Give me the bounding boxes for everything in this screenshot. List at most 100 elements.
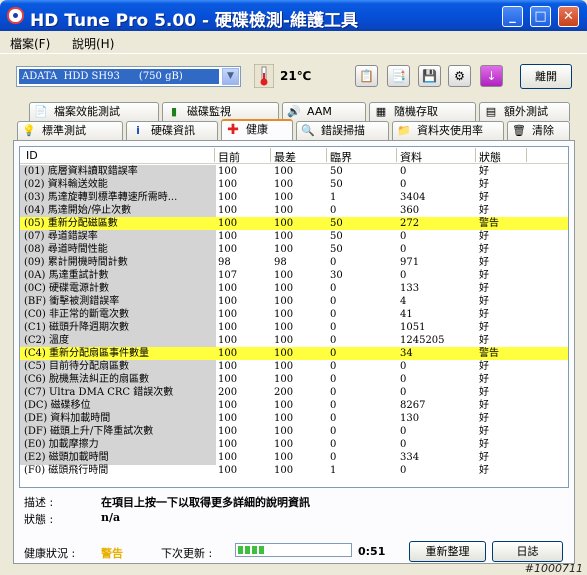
row-status: 好 (479, 270, 489, 281)
smart-table[interactable]: ID 目前 最差 臨界 資料 狀態 (01) 底層資料讀取錯誤率 100 100 50… (19, 146, 569, 488)
tab-erase[interactable]: 🗑 清除 (507, 121, 570, 140)
copy-screenshot-icon[interactable]: 📑 (387, 65, 410, 87)
table-row[interactable]: (08) 尋道時間性能 100 100 50 0 好 (20, 243, 568, 256)
table-row[interactable]: (E0) 加載摩擦力 100 100 0 0 好 (20, 438, 568, 451)
options-icon[interactable]: ⚙ (448, 65, 471, 87)
row-status: 好 (479, 374, 489, 385)
tab-label: 標準測試 (42, 124, 86, 137)
menu-help[interactable]: 說明(H) (72, 35, 114, 52)
exit-button[interactable]: 離開 (520, 64, 572, 89)
drive-select[interactable]: ADATA HDD SH93 (750 gB) ▼ (16, 66, 241, 87)
col-status[interactable]: 狀態 (479, 149, 501, 165)
row-data: 0 (400, 426, 407, 437)
row-current: 100 (218, 374, 238, 385)
row-worst: 100 (274, 322, 294, 333)
col-id[interactable]: ID (26, 149, 38, 162)
table-row[interactable]: (C7) Ultra DMA CRC 錯誤次數 200 200 0 0 好 (20, 386, 568, 399)
state-text: n/a (101, 511, 121, 524)
table-row[interactable]: (02) 資料輸送效能 100 100 50 0 好 (20, 178, 568, 191)
table-row[interactable]: (04) 馬達開始/停止次數 100 100 0 360 好 (20, 204, 568, 217)
table-row[interactable]: (DE) 資料加載時間 100 100 0 130 好 (20, 412, 568, 425)
row-data: 0 (400, 179, 407, 190)
tab-health[interactable]: ✚ 健康 (221, 119, 293, 140)
table-row[interactable]: (0A) 馬達重試計數 107 100 30 0 好 (20, 269, 568, 282)
row-threshold: 50 (330, 218, 343, 229)
tab-label: 檔案效能測試 (54, 105, 120, 118)
update-timer: 0:51 (358, 545, 386, 558)
row-threshold: 0 (330, 439, 337, 450)
row-data: 0 (400, 374, 407, 385)
tab-label: 健康 (246, 123, 268, 136)
row-current: 100 (218, 166, 238, 177)
tab-random-access[interactable]: ▦ 隨機存取 (369, 102, 476, 121)
row-data: 8267 (400, 400, 426, 411)
row-id: (03) 馬達旋轉到標準轉速所需時... (24, 192, 178, 203)
table-row[interactable]: (C0) 非正常的斷電次數 100 100 0 41 好 (20, 308, 568, 321)
tab-folder-usage[interactable]: 📁 資料夾使用率 (392, 121, 504, 140)
tab-benchmark[interactable]: 💡 標準測試 (17, 121, 123, 140)
table-row[interactable]: (03) 馬達旋轉到標準轉速所需時... 100 100 1 3404 好 (20, 191, 568, 204)
table-row[interactable]: (C4) 重新分配扇區事件數量 100 100 0 34 警告 (20, 347, 568, 360)
row-worst: 100 (274, 413, 294, 424)
window-title: HD Tune Pro 5.00 - 硬碟檢測-維護工具 (30, 11, 358, 31)
row-worst: 100 (274, 192, 294, 203)
refresh-button[interactable]: 重新整理 (409, 541, 486, 562)
temperature-value: 21℃ (280, 69, 312, 83)
row-threshold: 1 (330, 192, 337, 203)
toolbar: ADATA HDD SH93 (750 gB) ▼ 21℃ 📋 📑 💾 ⚙ ↓ … (0, 53, 587, 97)
row-worst: 100 (274, 231, 294, 242)
table-row[interactable]: (DF) 磁頭上升/下降重試次數 100 100 0 0 好 (20, 425, 568, 438)
row-id: (E2) 磁頭加載時間 (24, 452, 109, 463)
table-row[interactable]: (C2) 溫度 100 100 0 1245205 好 (20, 334, 568, 347)
tab-extra-tests[interactable]: ▤ 額外測試 (479, 102, 570, 121)
tab-label: 磁碟監視 (187, 105, 231, 118)
table-row[interactable]: (C6) 脫機無法糾正的扇區數 100 100 0 0 好 (20, 373, 568, 386)
row-threshold: 0 (330, 348, 337, 359)
row-id: (02) 資料輸送效能 (24, 179, 108, 190)
copy-text-icon[interactable]: 📋 (355, 65, 378, 87)
table-row[interactable]: (01) 底層資料讀取錯誤率 100 100 50 0 好 (20, 165, 568, 178)
table-row[interactable]: (0C) 硬碟電源計數 100 100 0 133 好 (20, 282, 568, 295)
row-worst: 98 (274, 257, 287, 268)
row-status: 好 (479, 413, 489, 424)
table-row[interactable]: (E2) 磁頭加載時間 100 100 0 334 好 (20, 451, 568, 464)
health-panel: ID 目前 最差 臨界 資料 狀態 (01) 底層資料讀取錯誤率 100 100 50… (13, 140, 575, 564)
table-row[interactable]: (09) 累計開機時間計數 98 98 0 971 好 (20, 256, 568, 269)
table-row[interactable]: (C1) 磁頭升降週期次數 100 100 0 1051 好 (20, 321, 568, 334)
minimize-button[interactable]: _ (502, 6, 523, 27)
row-id: (C4) 重新分配扇區事件數量 (24, 348, 149, 359)
table-row[interactable]: (07) 尋道錯誤率 100 100 50 0 好 (20, 230, 568, 243)
table-row[interactable]: (F0) 磁頭飛行時間 100 100 1 0 好 (20, 464, 568, 477)
col-current[interactable]: 目前 (218, 149, 240, 165)
row-threshold: 0 (330, 283, 337, 294)
menu-file[interactable]: 檔案(F) (10, 35, 50, 52)
row-id: (BF) 衝擊被測錯誤率 (24, 296, 120, 307)
col-data[interactable]: 資料 (400, 149, 422, 165)
row-threshold: 50 (330, 166, 343, 177)
save-icon[interactable]: 💾 (418, 65, 441, 87)
progress-fill (238, 546, 267, 554)
table-row[interactable]: (BF) 衝擊被測錯誤率 100 100 0 4 好 (20, 295, 568, 308)
tab-file-benchmark[interactable]: 📄 檔案效能測試 (29, 102, 159, 121)
table-row[interactable]: (C5) 目前待分配扇區數 100 100 0 0 好 (20, 360, 568, 373)
col-worst[interactable]: 最差 (274, 149, 296, 165)
row-id: (DE) 資料加載時間 (24, 413, 111, 424)
state-label: 狀態 : (24, 513, 54, 526)
row-status: 好 (479, 335, 489, 346)
row-id: (04) 馬達開始/停止次數 (24, 205, 132, 216)
tab-error-scan[interactable]: 🔍 錯誤掃描 (296, 121, 389, 140)
tab-info[interactable]: i 硬碟資訊 (126, 121, 218, 140)
tab-aam[interactable]: 🔊 AAM (282, 102, 366, 121)
table-row[interactable]: (05) 重新分配磁區數 100 100 50 272 警告 (20, 217, 568, 230)
col-threshold[interactable]: 臨界 (330, 149, 352, 165)
row-id: (E0) 加載摩擦力 (24, 439, 99, 450)
maximize-button[interactable]: □ (530, 6, 551, 27)
row-status: 好 (479, 296, 489, 307)
table-row[interactable]: (DC) 磁碟移位 100 100 0 8267 好 (20, 399, 568, 412)
close-button[interactable]: ✕ (558, 6, 579, 27)
download-icon[interactable]: ↓ (480, 65, 503, 87)
row-status: 好 (479, 231, 489, 242)
chevron-down-icon[interactable]: ▼ (222, 68, 239, 85)
health-status-label: 健康狀況 : (24, 547, 76, 560)
log-button[interactable]: 日誌 (492, 541, 563, 562)
